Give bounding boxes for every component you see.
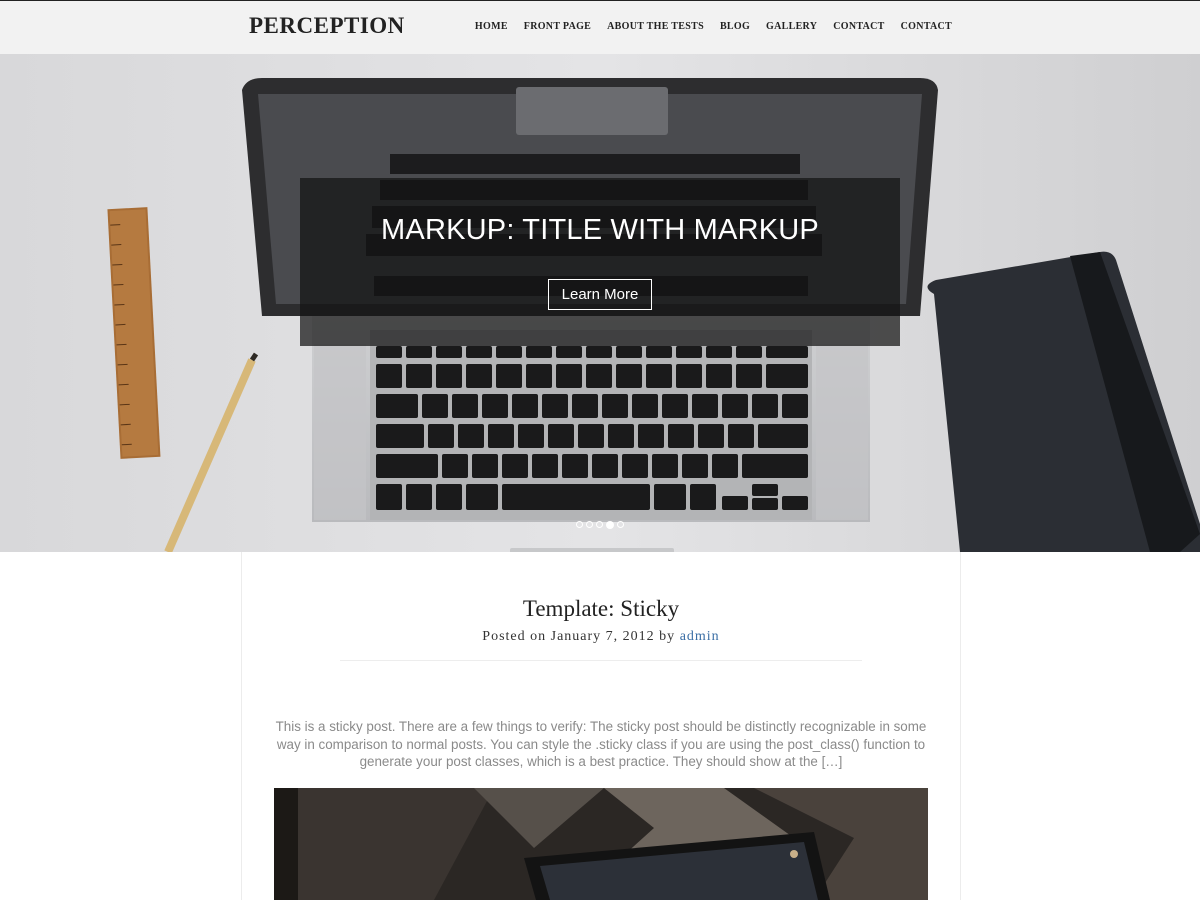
slider-dot-4[interactable] — [606, 520, 614, 529]
slide-caption: MARKUP: TITLE WITH MARKUP Learn More — [300, 178, 900, 346]
nav-blog[interactable]: BLOG — [720, 21, 750, 32]
site-title[interactable]: PERCEPTION — [249, 13, 405, 39]
slide-title[interactable]: MARKUP: TITLE WITH MARKUP — [300, 214, 900, 247]
slider-dot-3[interactable] — [596, 521, 603, 528]
post-excerpt: This is a sticky post. There are a few t… — [275, 719, 927, 770]
post-meta: Posted on January 7, 2012 by admin — [242, 629, 960, 645]
nav-contact-2[interactable]: CONTACT — [901, 21, 952, 32]
thumbnail-image — [274, 788, 928, 900]
nav-about-the-tests[interactable]: ABOUT THE TESTS — [607, 21, 704, 32]
post-author-link[interactable]: admin — [680, 629, 720, 644]
slider-dot-5[interactable] — [617, 521, 624, 528]
post-title[interactable]: Template: Sticky — [242, 596, 960, 622]
slider-dot-2[interactable] — [586, 521, 593, 528]
nav-front-page[interactable]: FRONT PAGE — [524, 21, 591, 32]
site-header: PERCEPTION HOME FRONT PAGE ABOUT THE TES… — [0, 0, 1200, 54]
learn-more-button[interactable]: Learn More — [547, 279, 653, 310]
divider — [340, 660, 862, 661]
hero-slider: MARKUP: TITLE WITH MARKUP Learn More — [0, 54, 1200, 552]
nav-gallery[interactable]: GALLERY — [766, 21, 817, 32]
post-date: Posted on January 7, 2012 by — [482, 629, 680, 644]
nav-home[interactable]: HOME — [475, 21, 508, 32]
slider-dot-1[interactable] — [576, 521, 583, 528]
slider-dots — [576, 520, 624, 529]
post-thumbnail[interactable] — [274, 788, 928, 900]
post-card: Template: Sticky Posted on January 7, 20… — [241, 552, 961, 900]
main-nav: HOME FRONT PAGE ABOUT THE TESTS BLOG GAL… — [475, 21, 952, 32]
nav-contact[interactable]: CONTACT — [833, 21, 884, 32]
